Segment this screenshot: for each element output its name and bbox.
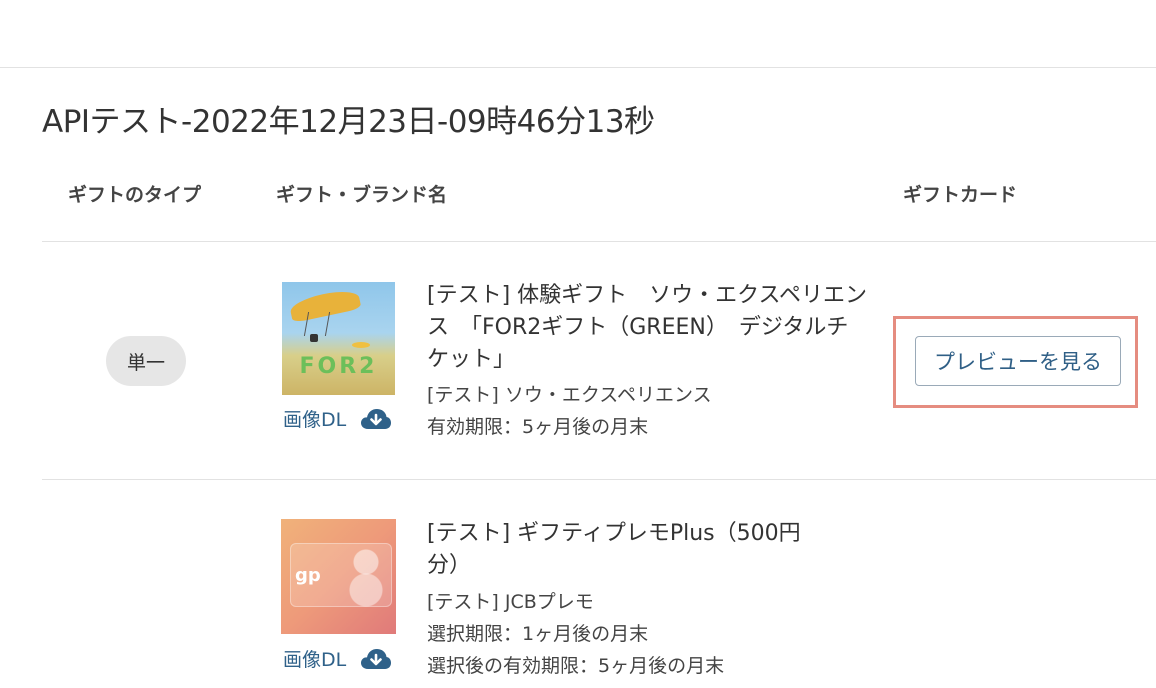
giftee-premo-logo: gp [295,565,321,586]
page-title: APIテスト-2022年12月23日-09時46分13秒 [42,104,655,140]
cloud-download-icon[interactable] [360,408,392,430]
row-divider [42,241,1156,242]
gift-thumbnail-for2: FOR2 [282,282,395,395]
row-divider [42,479,1156,480]
preview-button[interactable]: プレビューを見る [915,336,1121,386]
column-header-gift-type: ギフトのタイプ [68,184,202,206]
cloud-download-icon[interactable] [360,648,392,670]
column-header-gift-card: ギフトカード [903,184,1018,206]
gift-thumbnail-giftee-premo: gp [281,519,396,634]
distant-paraglider [352,342,370,348]
image-download-link[interactable]: 画像DL [283,645,392,672]
gift-validity: 有効期限：5ヶ月後の月末 [427,416,649,438]
gift-validity-after-selection: 選択後の有効期限：5ヶ月後の月末 [427,655,725,677]
gift-name: [テスト] ギフティプレモPlus（500円分） [427,521,801,578]
gift-brand: [テスト] ソウ・エクスペリエンス [427,384,712,406]
image-download-label[interactable]: 画像DL [283,405,346,432]
image-download-label[interactable]: 画像DL [283,645,346,672]
top-bar [0,0,1156,68]
paraglider-pilot [310,334,318,342]
gift-selection-period: 選択期限：1ヶ月後の月末 [427,623,649,645]
premo-card-pattern [343,541,389,611]
gift-brand: [テスト] JCBプレモ [427,591,594,613]
image-download-link[interactable]: 画像DL [283,405,392,432]
gift-type-badge: 単一 [106,336,186,386]
column-header-brand-name: ギフト・ブランド名 [276,184,448,206]
gift-name: [テスト] 体験ギフト ソウ・エクスペリエンス 「FOR2ギフト（GREEN） … [427,283,867,372]
for2-logo: FOR2 [299,354,378,379]
paraglider-lines [303,312,331,336]
